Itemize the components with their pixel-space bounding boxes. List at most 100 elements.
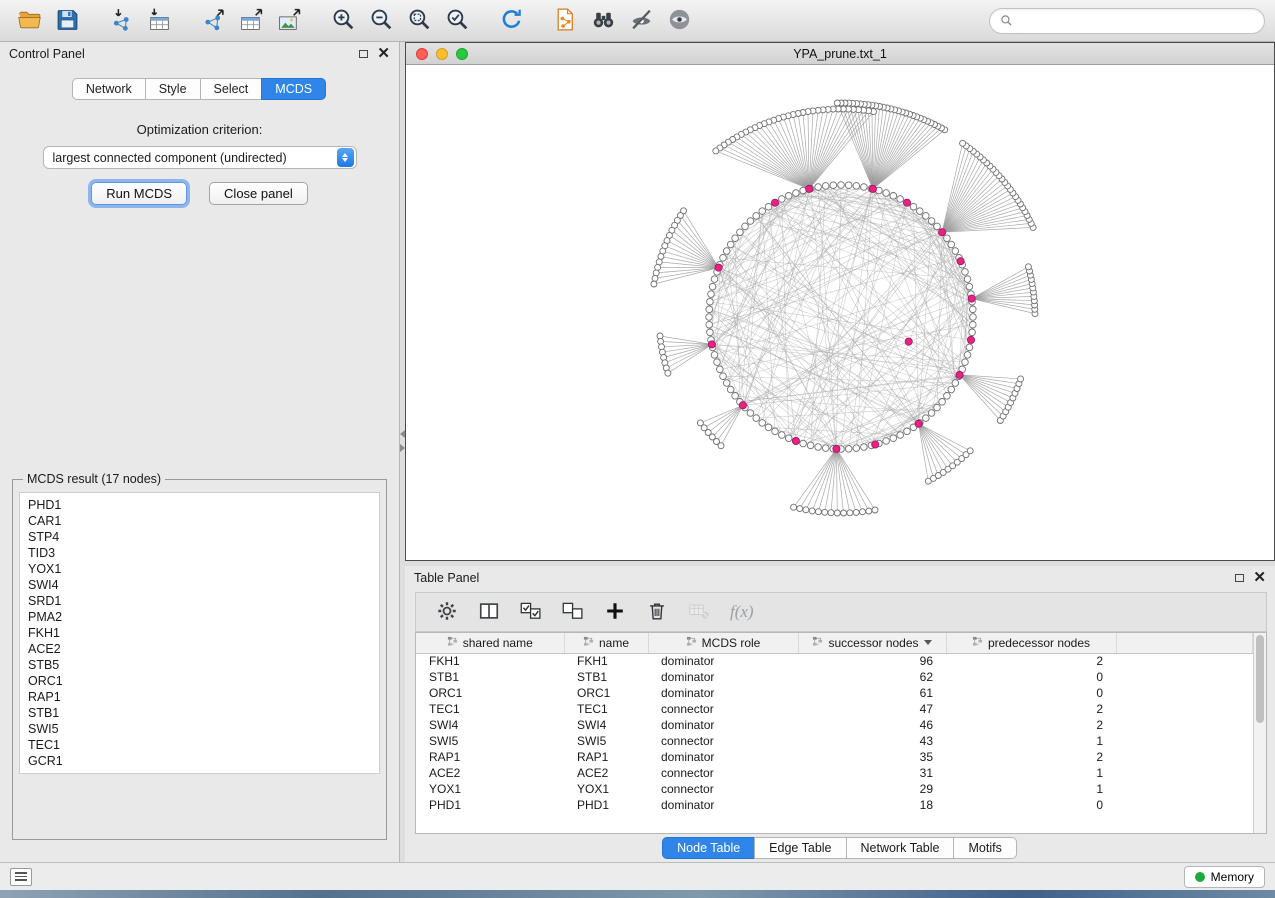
tab-style[interactable]: Style — [145, 78, 201, 100]
dropdown-stepper-icon — [337, 148, 354, 167]
run-mcds-button[interactable]: Run MCDS — [91, 182, 187, 205]
zoom-selected-button[interactable] — [438, 5, 476, 37]
float-table-panel-icon[interactable] — [1235, 574, 1244, 582]
import-table-button[interactable] — [140, 5, 178, 37]
open-file-button[interactable] — [10, 5, 48, 37]
table-scrollbar[interactable] — [1253, 633, 1266, 833]
mcds-node-item[interactable]: GCR1 — [28, 753, 371, 769]
mcds-node-item[interactable]: PHD1 — [28, 497, 371, 513]
table-row[interactable]: ACE2ACE2connector311 — [416, 765, 1253, 781]
hide-graphics-button[interactable] — [622, 5, 660, 37]
close-panel-button[interactable]: Close panel — [209, 182, 308, 205]
vertical-splitter[interactable] — [400, 42, 405, 862]
mcds-result-list[interactable]: PHD1CAR1STP4TID3YOX1SWI4SRD1PMA2FKH1ACE2… — [19, 492, 380, 774]
toolbar-group — [10, 5, 86, 37]
table-row[interactable]: SWI4SWI4dominator462 — [416, 717, 1253, 733]
mcds-node-item[interactable]: SWI5 — [28, 721, 371, 737]
table-row[interactable]: YOX1YOX1connector291 — [416, 781, 1253, 797]
mcds-node-item[interactable]: STB5 — [28, 657, 371, 673]
close-table-panel-icon[interactable]: ✕ — [1253, 573, 1266, 583]
float-panel-icon[interactable] — [359, 50, 368, 58]
mcds-node-item[interactable]: ACE2 — [28, 641, 371, 657]
table-cell: 31 — [798, 765, 946, 781]
memory-button[interactable]: Memory — [1184, 866, 1265, 888]
delete-button[interactable] — [646, 600, 668, 625]
save-session-button[interactable] — [48, 5, 86, 37]
column-header-name[interactable]: name — [564, 633, 648, 653]
mcds-node-item[interactable]: RAP1 — [28, 689, 371, 705]
optimization-criterion-select[interactable]: largest connected component (undirected) — [43, 146, 357, 169]
table-row[interactable]: STB1STB1dominator620 — [416, 669, 1253, 685]
minimize-window-button[interactable] — [436, 48, 448, 60]
mcds-node-item[interactable]: SWI4 — [28, 577, 371, 593]
search-input[interactable] — [1019, 14, 1254, 28]
table-cell: SWI4 — [564, 717, 648, 733]
collapse-left-icon[interactable] — [400, 430, 405, 438]
panel-menu-button[interactable] — [10, 868, 32, 886]
close-window-button[interactable] — [416, 48, 428, 60]
mcds-node-item[interactable]: TID3 — [28, 545, 371, 561]
toolbar-icon-groups — [10, 5, 714, 37]
table-row[interactable]: PHD1PHD1dominator180 — [416, 797, 1253, 813]
zoom-out-button[interactable] — [362, 5, 400, 37]
show-graphics-button[interactable] — [660, 5, 698, 37]
table-row[interactable]: RAP1RAP1dominator352 — [416, 749, 1253, 765]
delete-icon — [646, 600, 668, 625]
zoom-in-button[interactable] — [324, 5, 362, 37]
close-panel-icon[interactable]: ✕ — [377, 49, 390, 59]
find-button[interactable] — [584, 5, 622, 37]
toolbar-group — [492, 5, 530, 37]
mcds-node-item[interactable]: TEC1 — [28, 737, 371, 753]
column-header-successor-nodes[interactable]: successor nodes — [798, 633, 946, 653]
network-titlebar[interactable]: YPA_prune.txt_1 — [406, 43, 1274, 65]
scrollbar-thumb[interactable] — [1256, 635, 1264, 723]
table-row[interactable]: SWI5SWI5connector431 — [416, 733, 1253, 749]
tab-motifs[interactable]: Motifs — [953, 837, 1016, 859]
table-options-button[interactable] — [436, 600, 458, 625]
function-builder-icon[interactable]: f(x) — [730, 602, 754, 622]
table-row[interactable]: FKH1FKH1dominator962 — [416, 653, 1253, 669]
export-image-button[interactable] — [270, 5, 308, 37]
search-box[interactable] — [989, 8, 1265, 34]
mcds-node-item[interactable]: STB1 — [28, 705, 371, 721]
tab-mcds[interactable]: MCDS — [261, 78, 326, 100]
table-row[interactable]: TEC1TEC1connector472 — [416, 701, 1253, 717]
tab-select[interactable]: Select — [200, 78, 263, 100]
table-row[interactable]: ORC1ORC1dominator610 — [416, 685, 1253, 701]
show-columns-button[interactable] — [478, 600, 500, 625]
collapse-right-icon[interactable] — [400, 444, 405, 452]
table-cell: PHD1 — [564, 797, 648, 813]
control-panel: Control Panel ✕ NetworkStyleSelectMCDS O… — [0, 42, 400, 862]
mcds-node-item[interactable]: FKH1 — [28, 625, 371, 641]
column-header-MCDS-role[interactable]: MCDS role — [648, 633, 798, 653]
optimization-criterion-label: Optimization criterion: — [0, 122, 399, 137]
zoom-fit-button[interactable] — [400, 5, 438, 37]
tab-edge-table[interactable]: Edge Table — [754, 837, 846, 859]
mcds-node-item[interactable]: STP4 — [28, 529, 371, 545]
select-all-button[interactable] — [520, 600, 542, 625]
refresh-network-button[interactable] — [492, 5, 530, 37]
add-button[interactable] — [604, 600, 626, 625]
network-canvas[interactable] — [406, 65, 1274, 560]
deselect-all-button[interactable] — [562, 600, 584, 625]
tab-node-table[interactable]: Node Table — [662, 837, 755, 859]
mcds-node-item[interactable]: CAR1 — [28, 513, 371, 529]
table-cell: dominator — [648, 797, 798, 813]
mcds-node-item[interactable]: YOX1 — [28, 561, 371, 577]
show-columns-icon — [478, 600, 500, 625]
tab-network[interactable]: Network — [72, 78, 146, 100]
maximize-window-button[interactable] — [456, 48, 468, 60]
export-table-button[interactable] — [232, 5, 270, 37]
mcds-node-item[interactable]: ORC1 — [28, 673, 371, 689]
zoom-in-icon — [331, 7, 356, 35]
mcds-node-item[interactable]: SRD1 — [28, 593, 371, 609]
mcds-node-item[interactable]: PMA2 — [28, 609, 371, 625]
column-header-predecessor-nodes[interactable]: predecessor nodes — [946, 633, 1116, 653]
import-network-button[interactable] — [102, 5, 140, 37]
tab-network-table[interactable]: Network Table — [846, 837, 955, 859]
table-cell-filler — [1116, 749, 1253, 765]
column-header-shared-name[interactable]: shared name — [416, 633, 564, 653]
clone-network-button[interactable] — [546, 5, 584, 37]
export-network-button[interactable] — [194, 5, 232, 37]
find-icon — [591, 7, 616, 35]
